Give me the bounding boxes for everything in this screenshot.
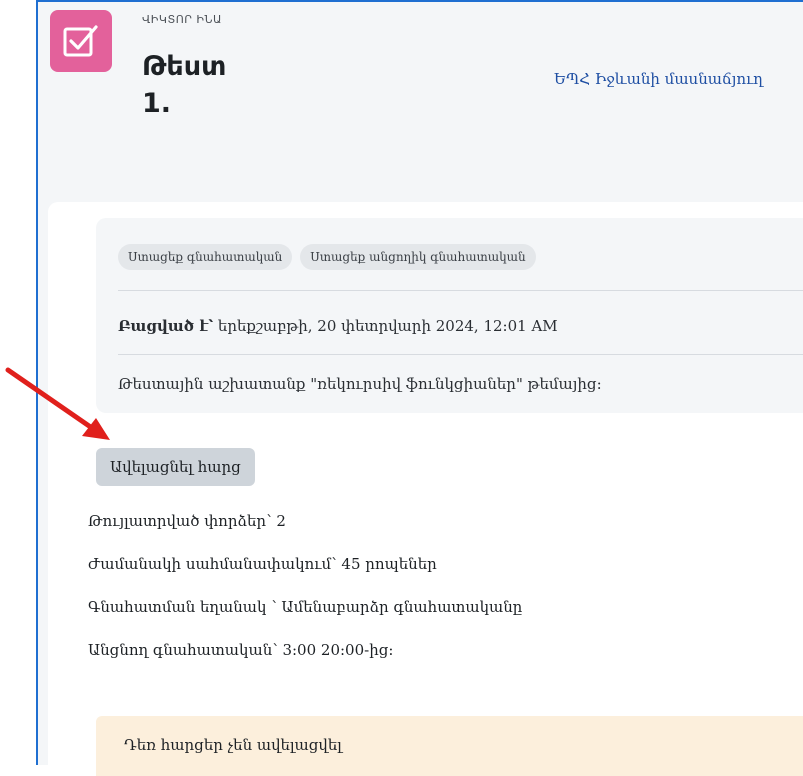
checkbox-icon [50, 10, 112, 72]
page-header: ՎԻԿՏՈՐ ԻՆԱ Թեստ 1. ԵՊՀ Իջևանի մասնաճյուղ [38, 2, 803, 202]
divider [118, 354, 803, 355]
notice-text: Դեռ հարցեր չեն ավելացվել [124, 736, 342, 754]
page-title: Թեստ 1. [142, 51, 227, 119]
opened-label: Բացված է՝ [118, 317, 214, 335]
main-content: Ստացեք գնահատական Ստացեք անցողիկ գնահատա… [48, 202, 803, 776]
opened-value: երեքշաբթի, 20 փետրվարի 2024, 12:01 AM [217, 317, 558, 335]
page-frame: ՎԻԿՏՈՐ ԻՆԱ Թեստ 1. ԵՊՀ Իջևանի մասնաճյուղ… [36, 0, 803, 776]
no-questions-notice: Դեռ հարցեր չեն ավելացվել [96, 716, 803, 776]
time-limit: Ժամանակի սահմանափակում՝ 45 րոպեներ [88, 555, 437, 573]
completion-badge-passing-grade: Ստացեք անցողիկ գնահատական [300, 244, 536, 270]
opened-date: Բացված է՝ երեքշաբթի, 20 փետրվարի 2024, 1… [118, 317, 558, 335]
divider [118, 290, 803, 291]
quiz-description: Թեստային աշխատանք "ռեկուրսիվ ֆունկցիաներ… [118, 375, 602, 393]
red-arrow-icon [5, 367, 110, 440]
grading-method: Գնահատման եղանակ ՝ Ամենաբարձր գնահատական… [88, 598, 523, 616]
add-question-button[interactable]: Ավելացնել հարց [96, 448, 255, 486]
completion-badge-receive-grade: Ստացեք գնահատական [118, 244, 293, 270]
passing-grade: Անցնող գնահատական՝ 3:00 20:00-ից: [88, 641, 394, 659]
completion-badges: Ստացեք գնահատական Ստացեք անցողիկ գնահատա… [118, 244, 536, 270]
activity-prefix: ՎԻԿՏՈՐ ԻՆԱ [142, 13, 222, 26]
activity-info-card: Ստացեք գնահատական Ստացեք անցողիկ գնահատա… [96, 218, 803, 413]
course-link[interactable]: ԵՊՀ Իջևանի մասնաճյուղ [554, 70, 763, 88]
attempts-allowed: Թույլատրված փորձեր՝ 2 [88, 512, 286, 530]
